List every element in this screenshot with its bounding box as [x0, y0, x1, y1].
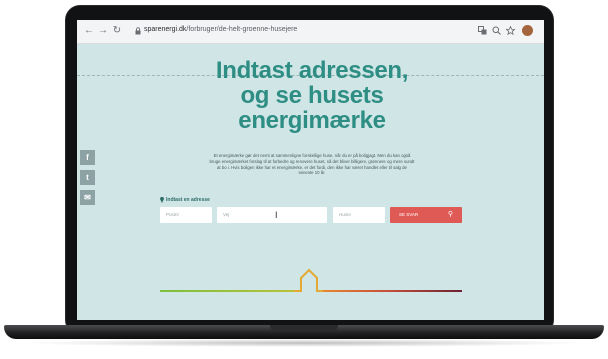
search-icon: ⚲	[447, 211, 453, 218]
translate-glyph	[477, 26, 486, 35]
url-path: /forbruger/de-helt-groenne-husejere	[186, 26, 298, 33]
profile-avatar[interactable]	[522, 25, 533, 36]
translate-icon[interactable]	[477, 26, 487, 36]
laptop-screen: ← → ↻ sparenergi.dk/forbruger/de-helt-gr…	[77, 20, 544, 320]
se-svar-label: SE SVAR	[399, 212, 419, 217]
energy-line-red	[323, 290, 462, 292]
vej-input[interactable]: Vej	[217, 207, 327, 223]
text-cursor-icon: I	[275, 210, 278, 220]
headline-line-3: energimærke	[238, 107, 386, 134]
bookmark-star-icon[interactable]	[504, 25, 516, 36]
twitter-share-icon[interactable]: t	[80, 170, 95, 185]
laptop-shadow	[20, 339, 588, 347]
mail-share-icon[interactable]: ✉	[80, 190, 95, 205]
reload-icon[interactable]: ↻	[111, 25, 123, 37]
headline-line-2: og se husets	[240, 82, 384, 109]
url-domain: sparenergi.dk	[144, 26, 187, 33]
lock-icon	[135, 27, 141, 35]
location-pin-icon	[160, 197, 164, 203]
house-outline-icon	[294, 268, 324, 292]
zoom-glyph	[492, 26, 501, 35]
husnr-input[interactable]: Husnr	[333, 207, 385, 223]
page-headline: Indtast adressen, og se husets energimær…	[167, 58, 457, 133]
laptop-notch	[270, 325, 338, 331]
address-label: Indtast en adresse	[166, 197, 210, 203]
address-bar[interactable]: sparenergi.dk/forbruger/de-helt-groenne-…	[144, 26, 297, 33]
facebook-share-icon[interactable]: f	[80, 150, 95, 165]
headline-line-1: Indtast adressen,	[215, 57, 409, 84]
intro-text: Et energimærke gør det nemt at sammenlig…	[209, 153, 415, 176]
forward-icon[interactable]: →	[97, 25, 109, 37]
se-svar-button[interactable]: SE SVAR ⚲	[390, 207, 462, 223]
zoom-icon[interactable]	[491, 26, 501, 36]
star-glyph	[504, 25, 516, 36]
postnr-input[interactable]: Postnr	[160, 207, 212, 223]
energy-line-green	[160, 290, 295, 292]
back-icon[interactable]: ←	[83, 25, 95, 37]
browser-toolbar: ← → ↻ sparenergi.dk/forbruger/de-helt-gr…	[77, 20, 544, 44]
